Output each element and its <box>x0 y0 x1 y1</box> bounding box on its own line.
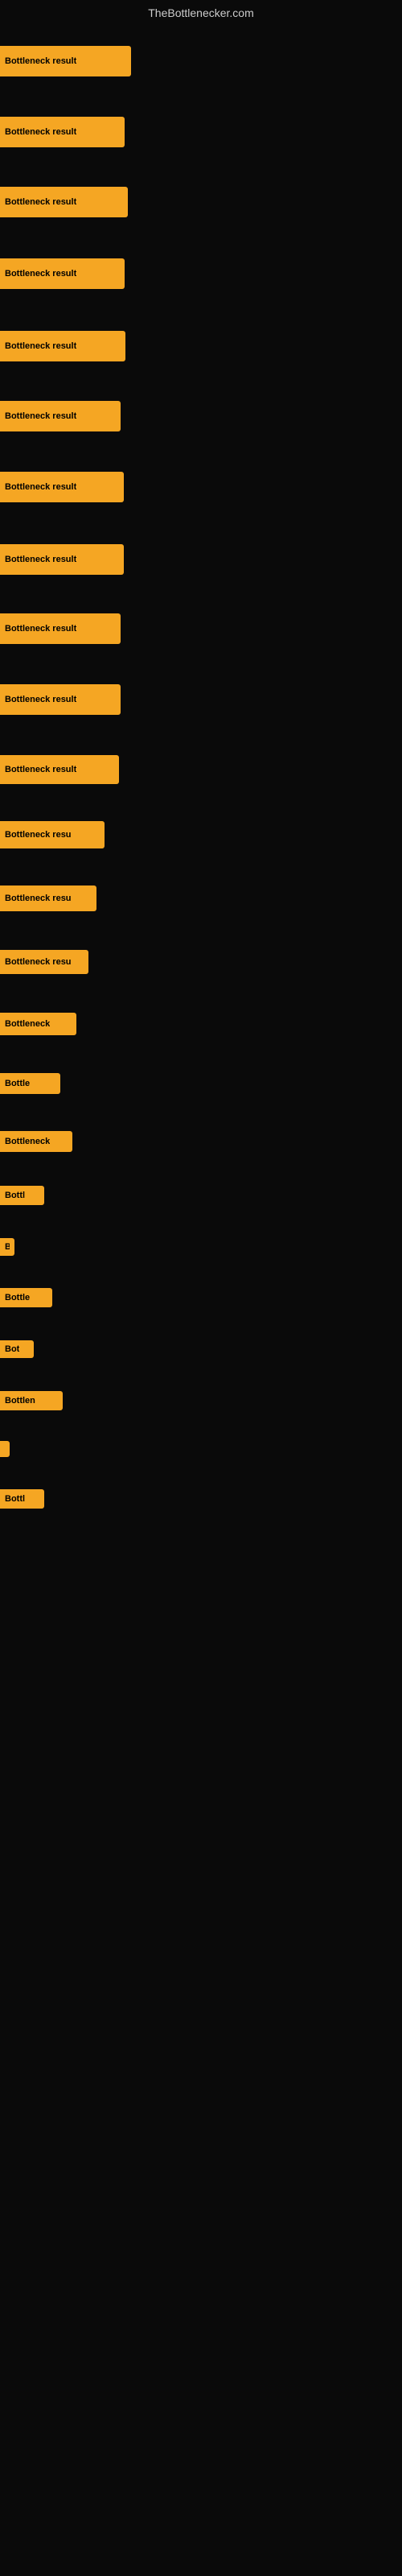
bottleneck-label-0: Bottleneck result <box>5 56 76 66</box>
bottleneck-bar-0: Bottleneck result <box>0 46 131 76</box>
bottleneck-label-18: B <box>5 1242 10 1252</box>
bottleneck-bar-16: Bottleneck <box>0 1131 72 1152</box>
bottleneck-bar-1: Bottleneck result <box>0 117 125 147</box>
bottleneck-bar-19: Bottle <box>0 1288 52 1307</box>
bottleneck-label-10: Bottleneck result <box>5 765 76 774</box>
bottleneck-label-5: Bottleneck result <box>5 411 76 421</box>
bottleneck-bar-12: Bottleneck resu <box>0 886 96 911</box>
bottleneck-bar-23: Bottl <box>0 1489 44 1509</box>
bottleneck-bar-10: Bottleneck result <box>0 755 119 784</box>
site-title: TheBottlenecker.com <box>0 0 402 26</box>
bottleneck-bar-17: Bottl <box>0 1186 44 1205</box>
bottleneck-label-20: Bot <box>5 1344 19 1354</box>
bottleneck-label-3: Bottleneck result <box>5 269 76 279</box>
bottleneck-label-17: Bottl <box>5 1191 25 1200</box>
bottleneck-bar-22: | <box>0 1441 10 1457</box>
bottleneck-bar-3: Bottleneck result <box>0 258 125 289</box>
bottleneck-label-6: Bottleneck result <box>5 482 76 492</box>
bottleneck-bar-13: Bottleneck resu <box>0 950 88 974</box>
bottleneck-bar-6: Bottleneck result <box>0 472 124 502</box>
bottleneck-bar-11: Bottleneck resu <box>0 821 105 848</box>
bottleneck-bar-4: Bottleneck result <box>0 331 125 361</box>
bottleneck-bar-18: B <box>0 1238 14 1256</box>
bottleneck-label-14: Bottleneck <box>5 1019 50 1029</box>
bottleneck-label-23: Bottl <box>5 1494 25 1504</box>
bottleneck-label-11: Bottleneck resu <box>5 830 72 840</box>
bottleneck-bar-5: Bottleneck result <box>0 401 121 431</box>
bottleneck-bar-14: Bottleneck <box>0 1013 76 1035</box>
bottleneck-bar-21: Bottlen <box>0 1391 63 1410</box>
bottleneck-label-13: Bottleneck resu <box>5 957 72 967</box>
bottleneck-bar-7: Bottleneck result <box>0 544 124 575</box>
bottleneck-label-1: Bottleneck result <box>5 127 76 137</box>
bottleneck-label-21: Bottlen <box>5 1396 35 1406</box>
bottleneck-label-8: Bottleneck result <box>5 624 76 634</box>
bottleneck-label-9: Bottleneck result <box>5 695 76 704</box>
bottleneck-label-15: Bottle <box>5 1079 30 1088</box>
bottleneck-bar-2: Bottleneck result <box>0 187 128 217</box>
bottleneck-label-7: Bottleneck result <box>5 555 76 564</box>
bottleneck-bar-8: Bottleneck result <box>0 613 121 644</box>
bottleneck-label-4: Bottleneck result <box>5 341 76 351</box>
bottleneck-bar-15: Bottle <box>0 1073 60 1094</box>
bottleneck-bar-20: Bot <box>0 1340 34 1358</box>
bottleneck-bar-9: Bottleneck result <box>0 684 121 715</box>
bottleneck-label-2: Bottleneck result <box>5 197 76 207</box>
bottleneck-label-19: Bottle <box>5 1293 30 1302</box>
bottleneck-label-16: Bottleneck <box>5 1137 50 1146</box>
bottleneck-label-12: Bottleneck resu <box>5 894 72 903</box>
